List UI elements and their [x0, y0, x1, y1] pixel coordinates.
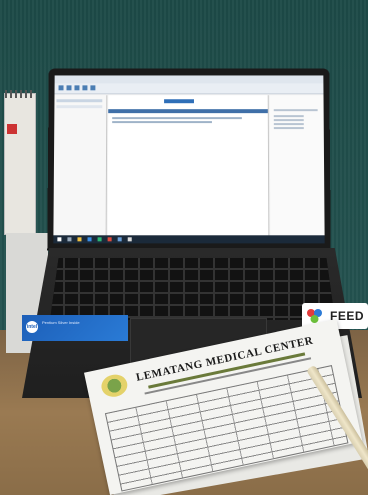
toolbar-icon [82, 85, 88, 91]
toolbar-icon [66, 85, 72, 91]
app-icon [77, 237, 82, 242]
table-row [112, 121, 212, 124]
photo-scene: intel Pentium Silver Inside FEED LEMATAN… [0, 0, 368, 495]
os-taskbar [53, 235, 325, 244]
list-item [56, 105, 103, 109]
app-icon [117, 237, 122, 242]
list-item [56, 99, 103, 103]
list-item [273, 119, 304, 122]
keyboard-rows [50, 258, 335, 320]
table-row [112, 117, 242, 120]
laptop-lid [47, 68, 331, 251]
app-icon [127, 237, 132, 242]
toolbar-icon [74, 85, 80, 91]
toolbar-icon [58, 85, 64, 91]
list-item [273, 115, 304, 118]
app-toolbar [54, 83, 324, 95]
toolbar-icon [90, 85, 96, 91]
search-bar [164, 99, 194, 104]
wall-calendar [4, 90, 36, 235]
calendar-marker [7, 124, 17, 134]
app-titlebar [54, 75, 324, 84]
table-header [108, 109, 268, 114]
intel-logo-icon: intel [26, 321, 38, 333]
app-icon [87, 237, 92, 242]
list-item [273, 127, 304, 130]
left-pane [53, 95, 108, 236]
calendar-rings [5, 90, 35, 98]
start-icon [57, 237, 62, 242]
right-pane [269, 95, 325, 236]
app-icon [97, 237, 102, 242]
hospital-logo-icon [99, 372, 130, 400]
list-item [273, 123, 304, 126]
main-pane [107, 95, 270, 236]
app-icon [107, 237, 112, 242]
list-item [273, 109, 318, 112]
laptop-screen [53, 75, 325, 244]
app-icon [67, 237, 72, 242]
intel-sticker-text: Pentium Silver Inside [42, 320, 80, 325]
intel-sticker: intel Pentium Silver Inside [22, 315, 128, 341]
